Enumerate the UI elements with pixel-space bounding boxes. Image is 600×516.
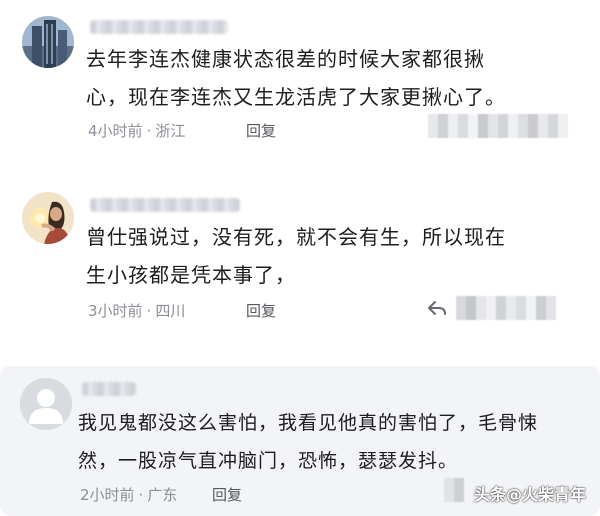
- comment-line: 去年李连杰健康状态很差的时候大家都很揪: [86, 47, 485, 71]
- comment-meta: 3小时前 · 四川: [88, 300, 185, 321]
- comment-text: 去年李连杰健康状态很差的时候大家都很揪 心，现在李连杰又生龙活虎了大家更揪心了。: [86, 40, 506, 116]
- woman-holding-light-avatar[interactable]: [22, 192, 74, 244]
- comment-card: 去年李连杰健康状态很差的时候大家都很揪 心，现在李连杰又生龙活虎了大家更揪心了。…: [0, 0, 600, 170]
- comment-line: 心，现在李连杰又生龙活虎了大家更揪心了。: [86, 85, 506, 109]
- meta-separator: ·: [146, 302, 152, 320]
- blurred-action-icons[interactable]: [444, 478, 464, 502]
- comment-text: 曾仕强说过，没有死，就不会有生，所以现在 生小孩都是凭本事了，: [86, 218, 506, 294]
- reply-button[interactable]: 回复: [246, 120, 276, 141]
- meta-separator: ·: [146, 122, 152, 140]
- blurred-action-icons[interactable]: [428, 114, 568, 138]
- share-icon[interactable]: [426, 298, 448, 320]
- comment-time: 3小时前: [88, 302, 143, 320]
- comment-time: 2小时前: [80, 486, 135, 504]
- comment-location: 浙江: [155, 122, 186, 140]
- watermark: 头条@火柴青年: [473, 485, 586, 504]
- username-blurred[interactable]: [90, 20, 228, 34]
- comment-location: 广东: [147, 486, 178, 504]
- meta-separator: ·: [138, 486, 144, 504]
- comment-line: 我见鬼都没这么害怕，我看见他真的害怕了，毛骨悚: [78, 412, 539, 434]
- city-buildings-avatar[interactable]: [22, 16, 74, 68]
- comment-location: 四川: [155, 302, 186, 320]
- username-blurred[interactable]: [82, 382, 136, 396]
- comment-line: 生小孩都是凭本事了，: [86, 263, 296, 287]
- reply-button[interactable]: 回复: [212, 484, 242, 505]
- comment-line: 曾仕强说过，没有死，就不会有生，所以现在: [86, 225, 506, 249]
- comment-text: 我见鬼都没这么害怕，我看见他真的害怕了，毛骨悚 然，一股凉气直冲脑门，恐怖，瑟瑟…: [78, 404, 538, 480]
- comment-time: 4小时前: [88, 122, 143, 140]
- username-blurred[interactable]: [90, 198, 240, 212]
- blurred-action-icons[interactable]: [456, 296, 556, 320]
- comment-line: 然，一股凉气直冲脑门，恐怖，瑟瑟发抖。: [78, 450, 459, 472]
- comment-card: 曾仕强说过，没有死，就不会有生，所以现在 生小孩都是凭本事了， 3小时前 · 四川 …: [0, 180, 600, 340]
- comment-meta: 4小时前 · 浙江: [88, 120, 185, 141]
- default-user-avatar[interactable]: [20, 378, 72, 430]
- reply-button[interactable]: 回复: [246, 300, 276, 321]
- comment-meta: 2小时前 · 广东: [80, 484, 177, 505]
